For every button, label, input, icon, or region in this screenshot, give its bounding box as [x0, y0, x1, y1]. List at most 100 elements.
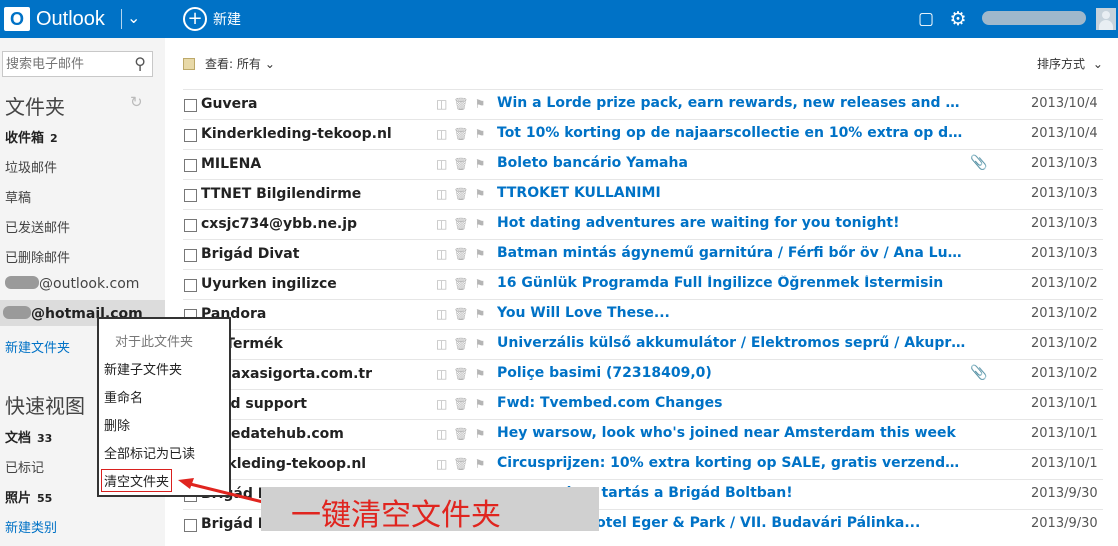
message-date: 2013/9/30: [1031, 516, 1098, 531]
message-row[interactable]: or@axasigorta.com.tr ◫ 🗑 ⚑ Poliçe basimi (72…: [183, 359, 1103, 389]
message-checkbox[interactable]: [184, 159, 197, 172]
move-icon[interactable]: ◫: [436, 97, 447, 111]
move-icon[interactable]: ◫: [436, 307, 447, 321]
message-row[interactable]: Uyurken ingilizce ◫ 🗑 ⚑ 16 Günlük Programda …: [183, 269, 1103, 299]
sidebar-item-inbox[interactable]: 收件箱 2: [5, 127, 58, 146]
trash-icon[interactable]: 🗑: [453, 337, 468, 351]
message-row[interactable]: MILENA ◫ 🗑 ⚑ Boleto bancário Yamaha 📎 2013/10/…: [183, 149, 1103, 179]
message-subject: Boleto bancário Yamaha: [497, 155, 688, 171]
menu-item-new-subfolder[interactable]: 新建子文件夹: [104, 359, 182, 378]
flag-icon[interactable]: ⚑: [475, 307, 486, 321]
message-date: 2013/10/3: [1031, 186, 1098, 201]
sidebar-item-junk[interactable]: 垃圾邮件: [5, 157, 57, 176]
message-checkbox[interactable]: [184, 99, 197, 112]
trash-icon[interactable]: 🗑: [453, 127, 468, 141]
move-icon[interactable]: ◫: [436, 367, 447, 381]
message-subject: Hey warsow, look who's joined near Amste…: [497, 425, 956, 441]
message-checkbox[interactable]: [184, 249, 197, 262]
select-all-checkbox[interactable]: [183, 57, 195, 70]
message-row[interactable]: nbed support ◫ 🗑 ⚑ Fwd: Tvembed.com Changes 2…: [183, 389, 1103, 419]
message-date: 2013/10/4: [1031, 126, 1098, 141]
move-icon[interactable]: ◫: [436, 247, 447, 261]
sidebar-item-sent[interactable]: 已发送邮件: [5, 217, 70, 236]
message-checkbox[interactable]: [184, 279, 197, 292]
flag-icon[interactable]: ⚑: [475, 427, 486, 441]
message-row[interactable]: derkleding-tekoop.nl ◫ 🗑 ⚑ Circusprijzen: 10…: [183, 449, 1103, 479]
new-category-link[interactable]: 新建类别: [5, 517, 57, 536]
message-row[interactable]: Pandora ◫ 🗑 ⚑ You Will Love These... 2013/10/…: [183, 299, 1103, 329]
message-date: 2013/10/1: [1031, 396, 1098, 411]
move-icon[interactable]: ◫: [436, 457, 447, 471]
sidebar-item-deleted[interactable]: 已删除邮件: [5, 247, 70, 266]
search-box[interactable]: ⚲: [2, 51, 153, 77]
new-folder-link[interactable]: 新建文件夹: [5, 337, 70, 356]
search-icon[interactable]: ⚲: [134, 54, 146, 73]
message-checkbox[interactable]: [184, 129, 197, 142]
trash-icon[interactable]: 🗑: [453, 427, 468, 441]
menu-item-mark-all-read[interactable]: 全部标记为已读: [104, 443, 195, 462]
move-icon[interactable]: ◫: [436, 157, 447, 171]
flag-icon[interactable]: ⚑: [475, 247, 486, 261]
move-icon[interactable]: ◫: [436, 427, 447, 441]
flag-icon[interactable]: ⚑: [475, 367, 486, 381]
flag-icon[interactable]: ⚑: [475, 457, 486, 471]
trash-icon[interactable]: 🗑: [453, 187, 468, 201]
message-row[interactable]: Brigád Divat ◫ 🗑 ⚑ Batman mintás ágynemű gar…: [183, 239, 1103, 269]
message-row[interactable]: TTNET Bilgilendirme ◫ 🗑 ⚑ TTROKET KULLANIMI 2…: [183, 179, 1103, 209]
chat-icon[interactable]: ▢: [916, 9, 936, 29]
sidebar-item-documents[interactable]: 文档 33: [5, 427, 52, 446]
move-icon[interactable]: ◫: [436, 397, 447, 411]
move-icon[interactable]: ◫: [436, 337, 447, 351]
move-icon[interactable]: ◫: [436, 127, 447, 141]
trash-icon[interactable]: 🗑: [453, 397, 468, 411]
avatar[interactable]: [1096, 8, 1116, 30]
sidebar-item-outlook-account[interactable]: @outlook.com: [5, 276, 139, 292]
sort-menu[interactable]: 排序方式 ⌄: [1037, 55, 1103, 72]
flag-icon[interactable]: ⚑: [475, 187, 486, 201]
annotation-text: 一键清空文件夹: [291, 498, 501, 533]
gear-icon[interactable]: ⚙: [948, 8, 968, 30]
view-filter[interactable]: 查看: 所有 ⌄: [183, 55, 275, 72]
outlook-logo[interactable]: O Outlook: [4, 5, 105, 33]
refresh-icon[interactable]: ↻: [130, 93, 143, 111]
menu-item-empty-folder[interactable]: 清空文件夹: [101, 469, 173, 492]
move-icon[interactable]: ◫: [436, 187, 447, 201]
message-checkbox[interactable]: [184, 519, 197, 532]
message-row[interactable]: Guvera ◫ 🗑 ⚑ Win a Lorde prize pack, earn re…: [183, 89, 1103, 119]
trash-icon[interactable]: 🗑: [453, 97, 468, 111]
flag-icon[interactable]: ⚑: [475, 97, 486, 111]
flag-icon[interactable]: ⚑: [475, 277, 486, 291]
message-checkbox[interactable]: [184, 189, 197, 202]
move-icon[interactable]: ◫: [436, 217, 447, 231]
trash-icon[interactable]: 🗑: [453, 217, 468, 231]
search-input[interactable]: [3, 52, 123, 76]
trash-icon[interactable]: 🗑: [453, 247, 468, 261]
user-name-redacted[interactable]: [982, 11, 1086, 25]
menu-item-delete[interactable]: 删除: [104, 415, 130, 434]
flag-icon[interactable]: ⚑: [475, 217, 486, 231]
trash-icon[interactable]: 🗑: [453, 157, 468, 171]
trash-icon[interactable]: 🗑: [453, 307, 468, 321]
app-switcher-chevron-icon[interactable]: ⌄: [127, 8, 140, 27]
move-icon[interactable]: ◫: [436, 277, 447, 291]
trash-icon[interactable]: 🗑: [453, 457, 468, 471]
message-row[interactable]: v.thedatehub.com ◫ 🗑 ⚑ Hey warsow, look who'…: [183, 419, 1103, 449]
trash-icon[interactable]: 🗑: [453, 367, 468, 381]
flag-icon[interactable]: ⚑: [475, 127, 486, 141]
message-checkbox[interactable]: [184, 219, 197, 232]
message-row[interactable]: ád Termék ◫ 🗑 ⚑ Univerzális külső akkumuláto…: [183, 329, 1103, 359]
message-row[interactable]: cxsjc734@ybb.ne.jp ◫ 🗑 ⚑ Hot dating adventur…: [183, 209, 1103, 239]
sidebar-item-drafts[interactable]: 草稿: [5, 187, 31, 206]
sidebar-item-photos[interactable]: 照片 55: [5, 487, 52, 506]
message-row[interactable]: Kinderkleding-tekoop.nl ◫ 🗑 ⚑ Tot 10% kortin…: [183, 119, 1103, 149]
trash-icon[interactable]: 🗑: [453, 277, 468, 291]
message-subject: Univerzális külső akkumulátor / Elektrom…: [497, 335, 967, 351]
message-subject: Circusprijzen: 10% extra korting op SALE…: [497, 455, 967, 471]
flag-icon[interactable]: ⚑: [475, 397, 486, 411]
menu-item-rename[interactable]: 重命名: [104, 387, 143, 406]
flag-icon[interactable]: ⚑: [475, 337, 486, 351]
message-sender: Brigád Divat: [201, 246, 300, 262]
new-message-button[interactable]: + 新建: [183, 5, 241, 33]
sidebar-item-flagged[interactable]: 已标记: [5, 457, 44, 476]
flag-icon[interactable]: ⚑: [475, 157, 486, 171]
